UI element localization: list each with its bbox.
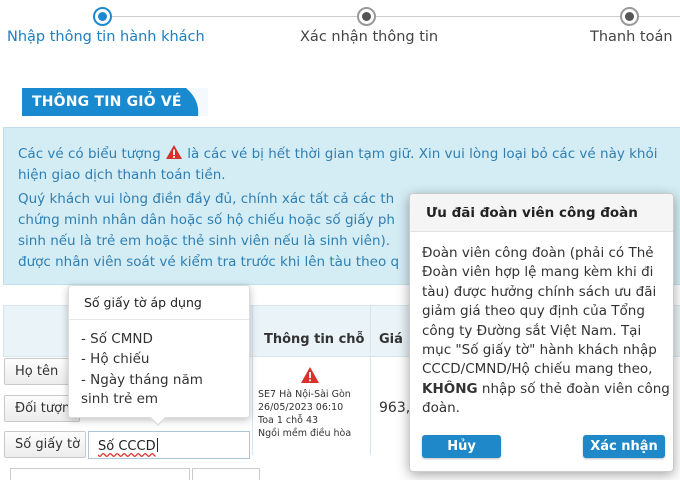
warning-triangle-icon[interactable] [300,366,320,384]
header-seat-info: Thông tin chỗ [264,332,365,347]
stepper-line [104,16,680,17]
id-document-input[interactable]: Số CCCD [88,431,250,459]
id-document-value: Số CCCD [98,439,156,454]
seat-train: SE7 Hà Nội-Sài Gòn [258,389,351,400]
step-1-label: Nhập thông tin hành khách [7,29,205,45]
step-3-indicator [620,7,639,26]
popover-text: Đoàn viên công đoàn (phải có Thẻ Đoàn vi… [422,245,657,378]
id-document-tooltip: Số giấy tờ áp dụng - Số CMND - Hộ chiếu … [68,285,250,426]
popover-title: Ưu đãi đoàn viên công đoàn [410,194,673,232]
section-title-text: THÔNG TIN GIỎ VÉ [32,94,182,110]
tooltip-item: - Hộ chiếu [81,351,150,367]
next-row-cell [192,468,260,480]
tooltip-item: - Ngày tháng năm [81,372,203,388]
column-divider [370,305,371,455]
id-document-label: Số giấy tờ [4,431,86,458]
notice-text: là các vé bị hết thời gian tạm giữ. Xin … [187,146,658,162]
notice-text: Các vé có biểu tượng [18,146,161,162]
step-2-label: Xác nhận thông tin [300,29,439,45]
tooltip-title: Số giấy tờ áp dụng [69,286,249,320]
tooltip-arrow [149,416,167,426]
warning-triangle-icon [165,145,182,159]
popover-body: Đoàn viên công đoàn (phải có Thẻ Đoàn vi… [422,244,674,419]
union-member-popover: Ưu đãi đoàn viên công đoàn Đoàn viên côn… [409,193,674,472]
notice-line-1: Các vé có biểu tượng là các vé bị hết th… [18,144,680,165]
price-value: 963, [379,400,411,416]
name-label: Họ tên [4,358,76,385]
section-title-decoration [186,88,208,116]
column-divider [252,305,253,455]
notice-line-2: hiện giao dịch thanh toán tiền. [18,167,226,183]
confirm-button[interactable]: Xác nhận [583,435,665,458]
step-2-indicator [357,7,376,26]
page: Nhập thông tin hành khách Xác nhận thông… [0,0,680,480]
next-row-input[interactable] [10,468,190,480]
popover-emphasis: KHÔNG [422,380,478,397]
text-cursor [156,438,158,452]
seat-car-seat: Toa 1 chỗ 43 [258,415,319,426]
header-price: Giá [379,332,403,347]
cancel-button[interactable]: Hủy [422,435,501,458]
step-3-label: Thanh toán [590,29,673,45]
step-1-indicator [93,7,112,26]
seat-class: Ngồi mềm điều hòa [258,428,352,439]
tooltip-item: - Số CMND [81,331,153,347]
tooltip-item: sinh trẻ em [81,391,159,407]
section-title: THÔNG TIN GIỎ VÉ [22,88,208,116]
seat-datetime: 26/05/2023 06:10 [258,402,344,413]
